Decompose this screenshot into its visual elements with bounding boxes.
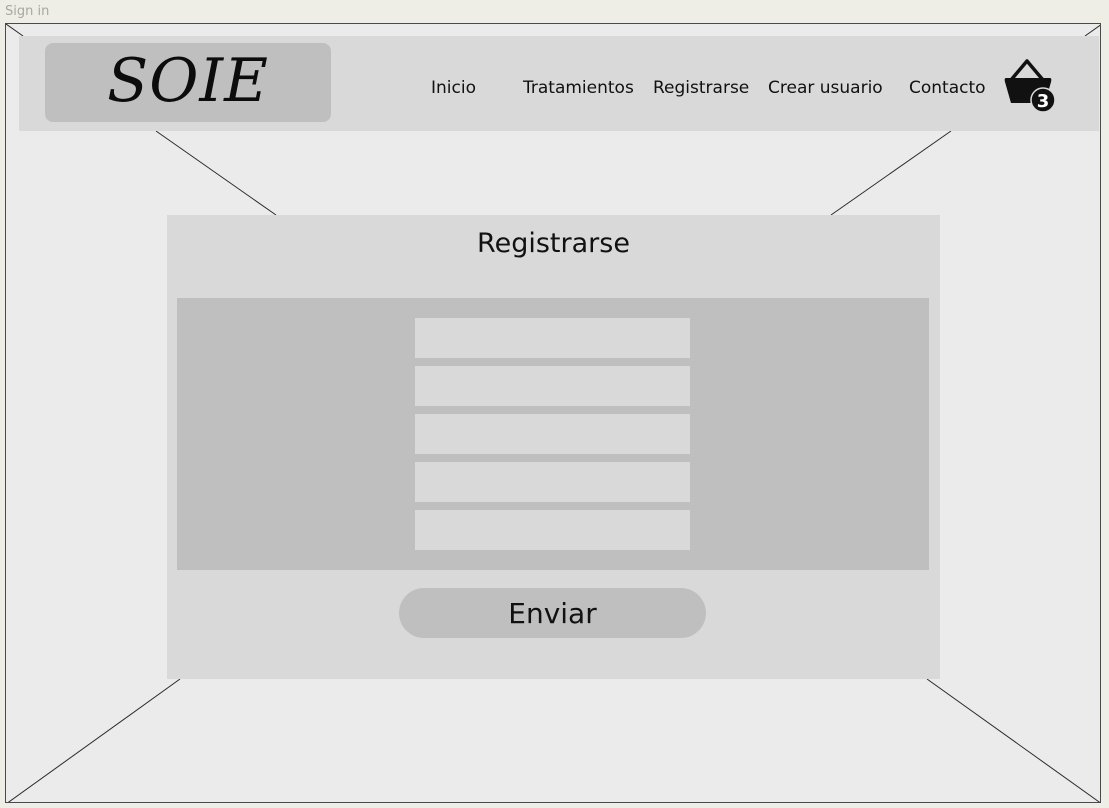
form-field-5[interactable]	[415, 510, 690, 550]
register-title: Registrarse	[477, 228, 630, 259]
cart-button[interactable]: 3	[1000, 58, 1060, 114]
form-field-4[interactable]	[415, 462, 690, 502]
form-field-2[interactable]	[415, 366, 690, 406]
form-panel	[177, 298, 929, 570]
submit-button[interactable]: Enviar	[399, 588, 706, 638]
nav-item-contacto[interactable]: Contacto	[909, 78, 986, 98]
logo[interactable]: SOIE	[45, 43, 331, 122]
cart-count-badge: 3	[1037, 91, 1050, 112]
nav-item-crear-usuario[interactable]: Crear usuario	[768, 78, 883, 98]
register-card: Registrarse Enviar	[167, 215, 940, 679]
frame-label: Sign in	[5, 4, 50, 19]
nav-item-tratamientos[interactable]: Tratamientos	[523, 78, 634, 98]
form-field-1[interactable]	[415, 318, 690, 358]
logo-text: SOIE	[107, 46, 269, 116]
form-field-3[interactable]	[415, 414, 690, 454]
nav-item-registrarse[interactable]: Registrarse	[653, 78, 749, 98]
page-frame: SOIE Inicio Tratamientos Registrarse Cre…	[5, 23, 1101, 803]
header: SOIE Inicio Tratamientos Registrarse Cre…	[19, 36, 1099, 131]
nav-item-inicio[interactable]: Inicio	[431, 78, 476, 98]
shopping-basket-icon: 3	[1004, 59, 1056, 113]
